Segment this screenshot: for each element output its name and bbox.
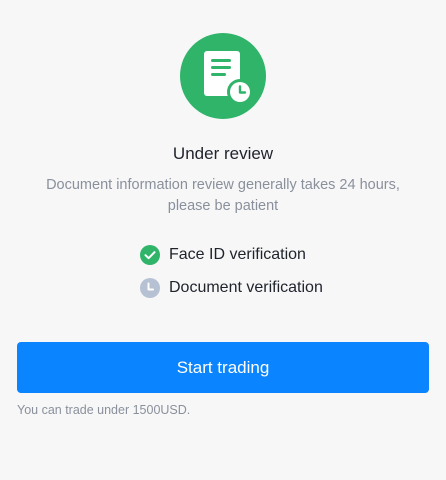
check-circle-icon [140, 245, 160, 265]
step-document: Document verification [140, 277, 323, 299]
document-clock-icon [204, 51, 253, 105]
step-label: Face ID verification [169, 246, 306, 263]
step-face-id: Face ID verification [140, 244, 306, 266]
start-trading-button[interactable]: Start trading [17, 342, 429, 393]
review-description: Document information review generally ta… [46, 177, 400, 214]
clock-circle-icon [140, 278, 160, 298]
step-label: Document verification [169, 279, 323, 296]
trade-limit-note: You can trade under 1500USD. [17, 403, 191, 417]
page-title: Under review [172, 144, 274, 163]
under-review-badge [180, 33, 266, 119]
